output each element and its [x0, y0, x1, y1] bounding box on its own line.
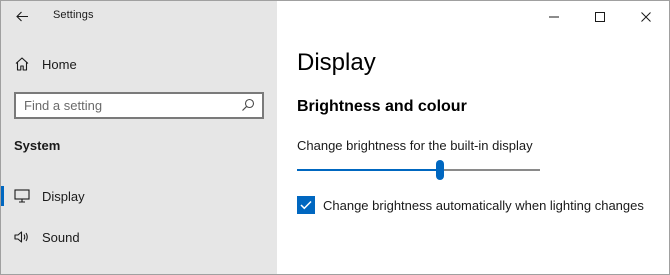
back-button[interactable] [9, 4, 35, 28]
brightness-slider[interactable] [297, 159, 540, 183]
sidebar: Settings Home System Display [1, 1, 277, 274]
window-controls [531, 1, 669, 32]
maximize-icon [595, 11, 605, 22]
monitor-icon [14, 189, 30, 203]
speaker-icon [14, 231, 28, 243]
section-heading-system: System [14, 138, 61, 153]
brightness-slider-label: Change brightness for the built-in displ… [297, 138, 533, 153]
app-title: Settings [53, 9, 94, 21]
close-button[interactable] [623, 1, 669, 32]
sidebar-item-label: Sound [42, 230, 80, 245]
minimize-button[interactable] [531, 1, 577, 32]
sidebar-item-display[interactable]: Display [1, 181, 277, 211]
search-box [14, 92, 264, 119]
main-content: Display Brightness and colour Change bri… [277, 1, 669, 274]
title-bar: Settings [1, 1, 277, 32]
home-icon [15, 57, 29, 71]
checkmark-icon [300, 200, 312, 210]
sidebar-item-label: Display [42, 189, 85, 204]
search-input[interactable] [24, 97, 224, 113]
section-heading-brightness: Brightness and colour [297, 98, 467, 115]
sidebar-item-home[interactable]: Home [1, 51, 277, 77]
settings-window: Settings Home System Display [0, 0, 670, 275]
auto-brightness-label: Change brightness automatically when lig… [323, 198, 644, 213]
back-arrow-icon [15, 11, 28, 21]
minimize-icon [549, 16, 559, 17]
close-icon [641, 11, 651, 22]
sidebar-item-sound[interactable]: Sound [1, 222, 277, 252]
slider-fill [297, 169, 440, 171]
slider-thumb[interactable] [436, 160, 444, 180]
sidebar-item-label: Home [42, 57, 77, 72]
search-icon[interactable] [241, 98, 255, 112]
page-title: Display [297, 49, 376, 76]
maximize-button[interactable] [577, 1, 623, 32]
selection-indicator [1, 186, 4, 206]
auto-brightness-checkbox[interactable] [297, 196, 315, 214]
